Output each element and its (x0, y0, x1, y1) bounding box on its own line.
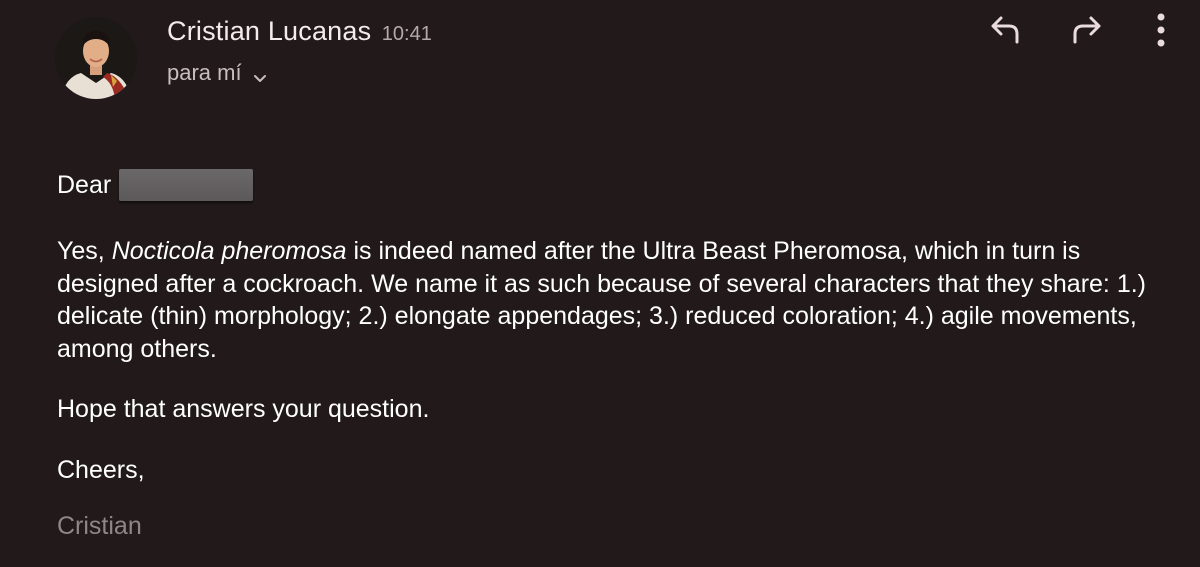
species-name: Nocticola pheromosa (111, 237, 347, 265)
recipient-details-toggle[interactable]: para mí (167, 60, 268, 86)
forward-button[interactable] (1065, 10, 1109, 54)
message-signature: Cristian (57, 512, 142, 540)
more-vert-icon (1155, 13, 1167, 52)
sender-name[interactable]: Cristian Lucanas (167, 16, 371, 46)
more-options-button[interactable] (1139, 10, 1183, 54)
message-paragraph-1: Yes, Nocticola pheromosa is indeed named… (57, 235, 1167, 365)
forward-icon (1069, 12, 1105, 53)
reply-icon (987, 12, 1023, 53)
recipient-label: para mí (167, 60, 242, 85)
reply-button[interactable] (983, 10, 1027, 54)
chevron-down-icon (252, 67, 268, 83)
greeting-text: Dear (57, 170, 112, 199)
sender-row: Cristian Lucanas 10:41 (167, 16, 432, 47)
message-closing: Cheers, (57, 455, 145, 484)
message-body: Dear Yes, Nocticola pheromosa is indeed … (57, 167, 1167, 541)
greeting-line: Dear (57, 167, 1167, 203)
paragraph-1-intro: Yes, (57, 237, 112, 265)
message-header: Cristian Lucanas 10:41 para mí (0, 0, 1200, 110)
message-paragraph-2: Hope that answers your question. (57, 395, 430, 423)
sender-avatar[interactable] (55, 17, 137, 99)
redacted-name (119, 169, 254, 201)
message-time: 10:41 (381, 23, 432, 45)
